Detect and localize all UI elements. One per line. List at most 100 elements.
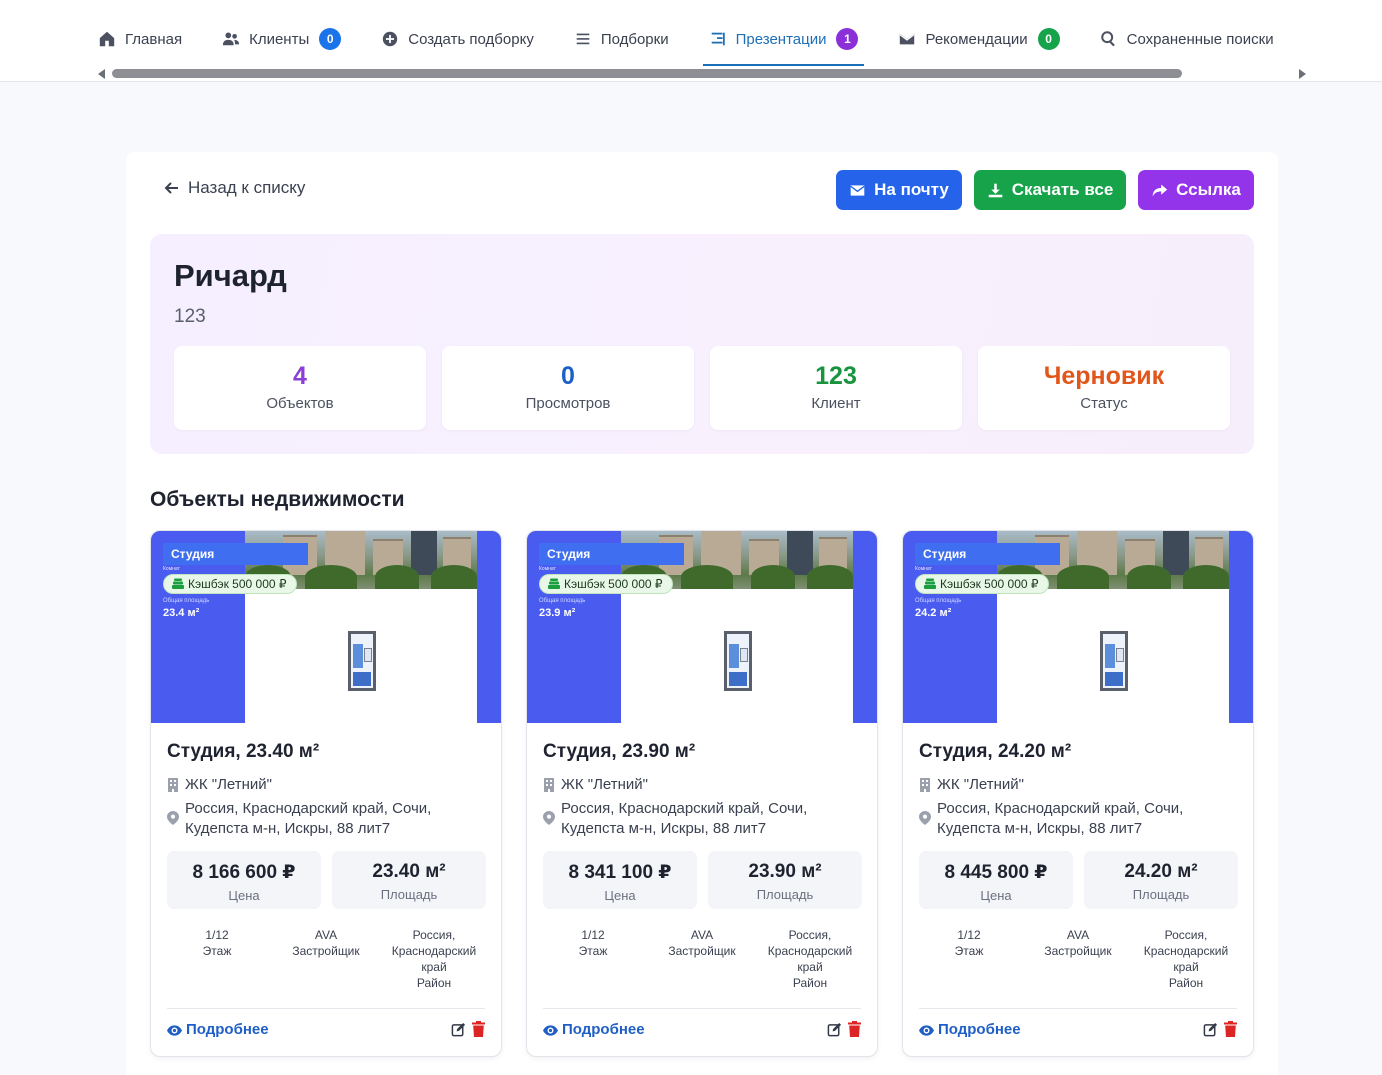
developer-value: AVA: [690, 928, 714, 942]
price-box: 8 341 100 ₽ Цена: [543, 851, 697, 909]
type-tag-label: Студия: [547, 547, 591, 561]
stat-objects: 4 Объектов: [174, 346, 426, 430]
tab-presentations[interactable]: Презентации 1: [702, 14, 865, 66]
property-card[interactable]: Студия Комнат Кэшбэк 500 000 ₽ Общая пло…: [902, 530, 1254, 1057]
cashback-label: Кэшбэк 500 000 ₽: [188, 577, 287, 591]
district-info: Россия, Краснодарский край Район: [383, 927, 485, 991]
edit-icon[interactable]: [1203, 1022, 1218, 1037]
floor-value: 1/12: [957, 928, 981, 942]
back-label: Назад к списку: [188, 178, 306, 197]
delete-icon[interactable]: [472, 1021, 485, 1037]
area-label: Площадь: [756, 887, 814, 902]
back-to-list-link[interactable]: Назад к списку: [164, 178, 305, 198]
details-label: Подробнее: [562, 1021, 645, 1038]
price-value: 8 166 600 ₽: [192, 862, 296, 883]
download-icon: [988, 183, 1003, 197]
tab-label: Главная: [125, 30, 183, 48]
delete-icon[interactable]: [1224, 1021, 1237, 1037]
tab-clients[interactable]: Клиенты 0: [222, 14, 342, 64]
property-image[interactable]: Студия Комнат Кэшбэк 500 000 ₽ Общая пло…: [527, 531, 877, 723]
address-text: Россия, Краснодарский край, Сочи, Кудепс…: [937, 800, 1184, 837]
address-text: Россия, Краснодарский край, Сочи, Кудепс…: [561, 800, 808, 837]
property-title: Студия, 23.90 м²: [543, 741, 696, 762]
details-link[interactable]: Подробнее: [919, 1021, 1021, 1038]
map-pin-icon: [543, 811, 555, 825]
scroll-left-arrow-icon[interactable]: [98, 69, 105, 79]
stat-client: 123 Клиент: [710, 346, 962, 430]
property-image[interactable]: Студия Комнат Кэшбэк 500 000 ₽ Общая пло…: [903, 531, 1253, 723]
tab-label: Рекомендации: [925, 30, 1028, 48]
property-card[interactable]: Студия Комнат Кэшбэк 500 000 ₽ Общая пло…: [150, 530, 502, 1057]
stat-views: 0 Просмотров: [442, 346, 694, 430]
share-link-button[interactable]: Ссылка: [1138, 170, 1254, 210]
floor-value: 1/12: [205, 928, 229, 942]
cashback-badge: Кэшбэк 500 000 ₽: [915, 574, 1049, 594]
download-all-button[interactable]: Скачать все: [974, 170, 1126, 210]
floor-plan-image: [1100, 631, 1128, 691]
area-value: 23.90 м²: [748, 861, 822, 882]
nav-tabs: Главная Клиенты 0 Создать подборку Подбо…: [98, 14, 1314, 66]
card-divider: [167, 1008, 485, 1009]
tab-home[interactable]: Главная: [98, 14, 182, 64]
image-area-value: 24.2 м²: [915, 607, 952, 619]
scroll-right-arrow-icon[interactable]: [1299, 69, 1306, 79]
share-link-label: Ссылка: [1176, 180, 1241, 199]
envelope-icon: [850, 184, 865, 196]
card-divider: [543, 1008, 861, 1009]
tab-collections[interactable]: Подборки: [574, 14, 669, 64]
send-email-button[interactable]: На почту: [836, 170, 962, 210]
tab-recommendations[interactable]: Рекомендации 0: [898, 14, 1060, 64]
image-side-panel: [853, 531, 877, 723]
floor-plan-image: [348, 631, 376, 691]
property-image[interactable]: Студия Комнат Кэшбэк 500 000 ₽ Общая пло…: [151, 531, 501, 723]
edit-icon[interactable]: [451, 1022, 466, 1037]
type-tag-caption: Комнат: [163, 566, 180, 572]
area-value: 23.40 м²: [372, 861, 446, 882]
price-value: 8 341 100 ₽: [568, 862, 672, 883]
district-label: Район: [1168, 976, 1204, 990]
property-card[interactable]: Студия Комнат Кэшбэк 500 000 ₽ Общая пло…: [526, 530, 878, 1057]
district-value: Россия, Краснодарский край: [1143, 928, 1229, 974]
image-area-label: Общая площадь: [163, 598, 210, 604]
tab-saved-searches[interactable]: Сохраненные поиски: [1100, 14, 1274, 64]
floor-label: Этаж: [578, 944, 608, 958]
scrollbar-thumb[interactable]: [112, 69, 1182, 78]
tabs-scrollbar[interactable]: [98, 68, 1306, 80]
price-box: 8 445 800 ₽ Цена: [919, 851, 1073, 909]
image-area-value: 23.9 м²: [539, 607, 576, 619]
price-label: Цена: [228, 888, 260, 903]
stat-label: Объектов: [266, 395, 334, 412]
district-value: Россия, Краснодарский край: [767, 928, 853, 974]
tab-create-collection[interactable]: Создать подборку: [381, 14, 534, 64]
property-address: Россия, Краснодарский край, Сочи, Кудепс…: [543, 799, 863, 839]
district-value: Россия, Краснодарский край: [391, 928, 477, 974]
image-area-label: Общая площадь: [915, 598, 962, 604]
details-link[interactable]: Подробнее: [543, 1021, 645, 1038]
cashback-badge: Кэшбэк 500 000 ₽: [539, 574, 673, 594]
complex-name: ЖК "Летний": [937, 776, 1025, 793]
download-all-label: Скачать все: [1011, 180, 1114, 199]
apartment-type-tag: Студия Комнат: [539, 543, 684, 572]
developer-label: Застройщик: [1044, 944, 1112, 958]
money-stack-icon: [172, 578, 184, 589]
area-box: 24.20 м² Площадь: [1084, 851, 1238, 909]
complex-name: ЖК "Летний": [561, 776, 649, 793]
area-label: Площадь: [380, 887, 438, 902]
eye-icon: [167, 1025, 182, 1036]
delete-icon[interactable]: [848, 1021, 861, 1037]
money-stack-icon: [548, 578, 560, 589]
arrow-left-icon: [164, 182, 178, 194]
type-tag-label: Студия: [171, 547, 215, 561]
type-tag-caption: Комнат: [539, 566, 556, 572]
edit-icon[interactable]: [827, 1022, 842, 1037]
details-link[interactable]: Подробнее: [167, 1021, 269, 1038]
home-icon: [99, 31, 115, 47]
envelope-icon: [899, 33, 916, 45]
floor-value: 1/12: [581, 928, 605, 942]
type-tag-label: Студия: [923, 547, 967, 561]
map-pin-icon: [919, 811, 931, 825]
price-value: 8 445 800 ₽: [944, 862, 1048, 883]
area-value: 24.20 м²: [1124, 861, 1198, 882]
share-icon: [1152, 184, 1168, 196]
users-icon: [222, 32, 240, 46]
